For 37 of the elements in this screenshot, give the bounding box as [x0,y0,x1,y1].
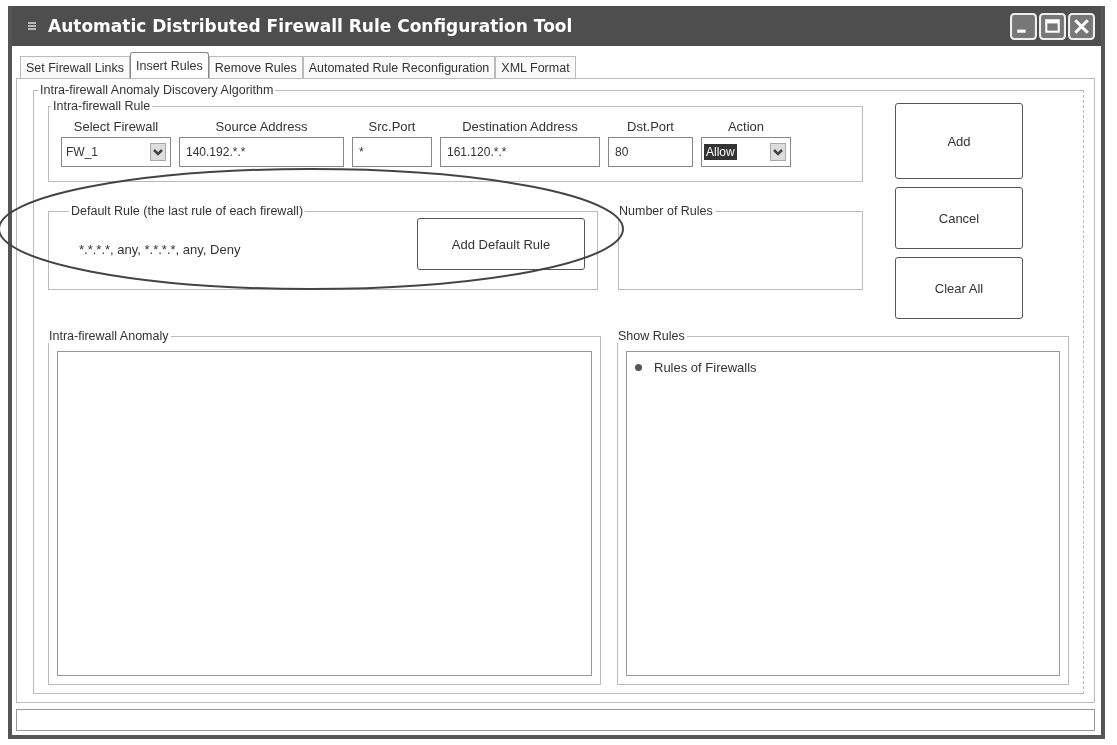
field-label: Action [727,119,765,134]
action-button[interactable]: Add [895,103,1023,179]
tab[interactable]: XML Format [495,56,576,78]
window-title: Automatic Distributed Firewall Rule Configuration Tool [48,16,573,36]
action-button[interactable]: Cancel [895,187,1023,249]
add-default-rule-button[interactable]: Add Default Rule [417,218,585,270]
chevron-down-icon [150,143,166,161]
input-field[interactable]: 161.120.*.* [440,137,600,167]
field-label: Src.Port [368,119,416,134]
tab[interactable]: Set Firewall Links [20,56,130,78]
group-title: Intra-firewall Rule [52,99,152,113]
field-label: Select Firewall [73,119,159,134]
input-field[interactable]: 140.192.*.* [179,137,344,167]
close-icon[interactable] [1068,12,1095,40]
group-title: Number of Rules [618,204,714,218]
dropdown[interactable]: Allow [701,137,791,167]
tab[interactable]: Insert Rules [129,52,209,78]
input-field[interactable]: * [352,137,432,167]
field-label: Destination Address [462,119,578,134]
minimize-icon[interactable] [1010,12,1037,40]
action-button[interactable]: Clear All [895,257,1023,319]
bullet-icon [635,364,642,371]
maximize-icon[interactable] [1039,12,1066,40]
group-title: Intra-firewall Anomaly [48,329,170,343]
chevron-down-icon [770,143,786,161]
input-field[interactable]: 80 [608,137,693,167]
tab[interactable]: Remove Rules [208,56,303,78]
tree-item[interactable]: Rules of Firewalls [654,360,757,375]
group-title: Intra-firewall Anomaly Discovery Algorithm [39,83,275,97]
field-label: Source Address [215,119,308,134]
dropdown[interactable]: FW_1 [61,137,171,167]
default-rule-text: *.*.*.*, any, *.*.*.*, any, Deny [79,241,241,257]
tab[interactable]: Automated Rule Reconfiguration [302,56,496,78]
field-label: Dst.Port [627,119,674,134]
menu-icon[interactable] [28,21,36,31]
group-title: Default Rule (the last rule of each firewall) [70,204,305,218]
group-title: Show Rules [617,329,686,343]
